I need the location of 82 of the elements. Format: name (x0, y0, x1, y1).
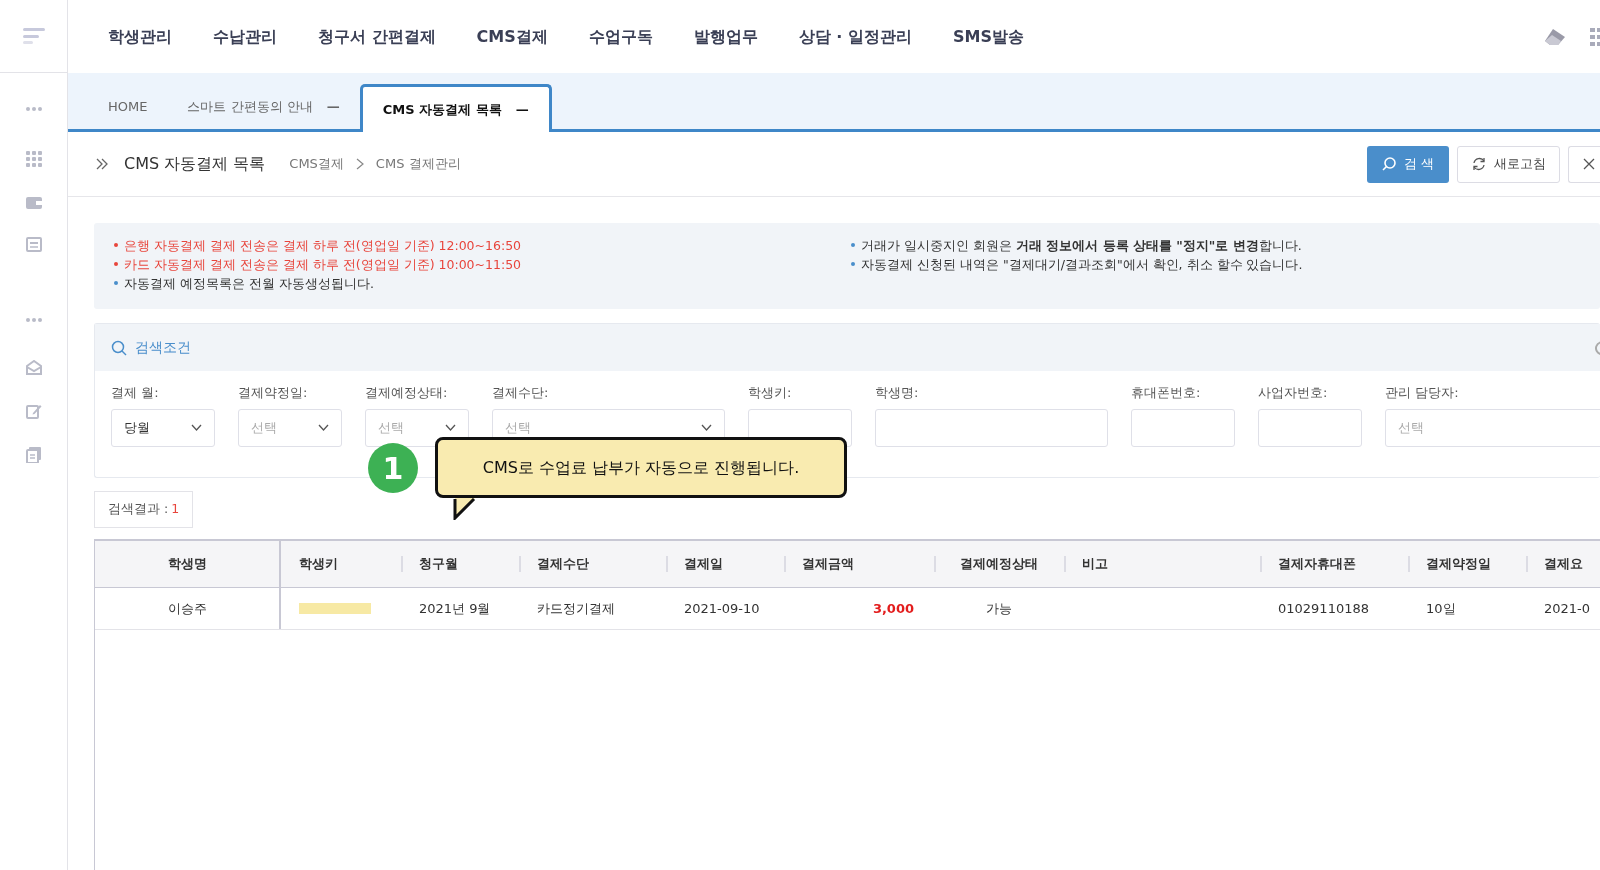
notice-text: 은행 자동결제 결제 전송은 결제 하루 전(영업일 기준) 12:00~16:50 (114, 236, 851, 255)
field-label: 학생키: (748, 384, 793, 402)
chevron-down-icon (701, 424, 712, 431)
field-label: 사업자번호: (1258, 384, 1329, 402)
table-cell: 이승주 (95, 588, 281, 629)
menu-item[interactable]: 상담 · 일정관리 (798, 24, 912, 49)
menu-item[interactable]: SMS발송 (953, 24, 1024, 49)
column-header[interactable]: 결제자휴대폰 (1260, 541, 1408, 587)
table-cell-text: 01029110188 (1277, 599, 1370, 618)
refresh-icon (1471, 157, 1486, 171)
notice-text: 카드 자동결제 결제 전송은 결제 하루 전(영업일 기준) 10:00~11:50 (114, 255, 851, 274)
tab[interactable]: CMS 자동결제 목록 — (359, 84, 552, 132)
field-label: 관리 담당자: (1385, 384, 1460, 402)
table-cell-text: 2021-0 (1543, 599, 1592, 618)
column-header[interactable]: 결제요 (1526, 541, 1600, 587)
input-field[interactable]: 선택 (1385, 408, 1600, 447)
chevron-down-icon (445, 424, 456, 431)
input-field[interactable] (1131, 408, 1235, 447)
table-cell-text: 2021-09-10 (683, 599, 761, 618)
edit-icon[interactable] (25, 403, 42, 419)
grid-icon[interactable] (25, 151, 42, 167)
notice-text: 거래가 일시중지인 회원은 거래 정보에서 등록 상태를 "정지"로 변경합니다. (851, 236, 1551, 255)
close-tab-icon[interactable]: — (326, 96, 340, 117)
eraser-icon[interactable] (1544, 27, 1566, 46)
menu-item[interactable]: CMS결제 (476, 24, 548, 49)
input-field[interactable] (875, 408, 1108, 447)
redaction-bar (299, 603, 371, 614)
callout-text: CMS로 수업료 납부가 자동으로 진행됩니다. (482, 456, 800, 479)
menu-item[interactable]: 수업구독 (588, 24, 653, 49)
chevron-icon (355, 158, 364, 170)
column-header[interactable]: 결제약정일 (1408, 541, 1526, 587)
column-header[interactable]: 학생키 (281, 541, 401, 587)
dropdown[interactable]: 당월 (111, 408, 215, 447)
tab[interactable]: HOME (88, 84, 168, 129)
close-button[interactable] (1568, 145, 1600, 183)
field-label: 결제 월: (111, 384, 160, 402)
document-icon[interactable] (25, 447, 42, 463)
field-label: 학생명: (875, 384, 920, 402)
close-icon (1582, 158, 1595, 170)
calendar-icon[interactable] (25, 237, 42, 252)
more-icon[interactable] (25, 318, 42, 322)
field-label: 결제약정일: (238, 384, 309, 402)
chevron-down-icon (318, 424, 329, 431)
tab[interactable]: 스마트 간편동의 안내 — (167, 84, 360, 129)
field-label: 결제예정상태: (365, 384, 449, 402)
table-cell-text: 3,000 (871, 599, 915, 618)
notice-text: 자동결제 예정목록은 전월 자동생성됩니다. (114, 274, 851, 293)
column-header[interactable]: 학생명 (95, 541, 281, 587)
table-cell-text: 카드정기결제 (536, 599, 616, 618)
page-title: CMS 자동결제 목록 (124, 153, 266, 175)
column-header[interactable]: 결제수단 (519, 541, 666, 587)
result-count: 검색결과 : 1 (94, 491, 194, 528)
search-icon (111, 339, 127, 356)
close-tab-icon[interactable]: — (515, 99, 529, 120)
search-icon (1381, 157, 1396, 171)
column-header[interactable]: 청구월 (401, 541, 519, 587)
menu-item[interactable]: 수납관리 (213, 24, 277, 49)
mail-icon[interactable] (25, 360, 42, 375)
panel-title: 검색조건 (135, 338, 191, 357)
field-label: 휴대폰번호: (1131, 384, 1202, 402)
notice-text: 자동결제 신청된 내역은 "결제대기/결과조회"에서 확인, 취소 할수 있습니다. (851, 255, 1551, 274)
breadcrumb-link[interactable]: CMS 결제관리 (375, 154, 461, 174)
breadcrumb-link[interactable]: CMS결제 (289, 154, 344, 174)
double-chevron-icon (96, 158, 108, 170)
column-header[interactable]: 결제예정상태 (934, 541, 1064, 587)
wallet-icon[interactable] (25, 195, 42, 209)
menu-item[interactable]: 청구서 간편결제 (318, 24, 436, 49)
chevron-down-icon (191, 424, 202, 431)
menu-item[interactable]: 학생관리 (108, 24, 172, 49)
refresh-button[interactable]: 새로고침 (1457, 145, 1560, 183)
more-icon[interactable] (25, 107, 42, 111)
step-number: 1 (368, 443, 418, 493)
column-header[interactable]: 비고 (1064, 541, 1260, 587)
column-header[interactable]: 결제일 (666, 541, 784, 587)
column-header[interactable]: 결제금액 (784, 541, 934, 587)
table-cell-text: 10일 (1425, 599, 1457, 618)
menu-icon[interactable] (22, 28, 45, 44)
table-cell-text: 가능 (985, 599, 1013, 618)
input-field[interactable] (1258, 408, 1362, 447)
menu-item[interactable]: 발행업무 (693, 24, 758, 49)
field-label: 결제수단: (492, 384, 550, 402)
table-cell-text: 2021년 9월 (418, 599, 492, 618)
